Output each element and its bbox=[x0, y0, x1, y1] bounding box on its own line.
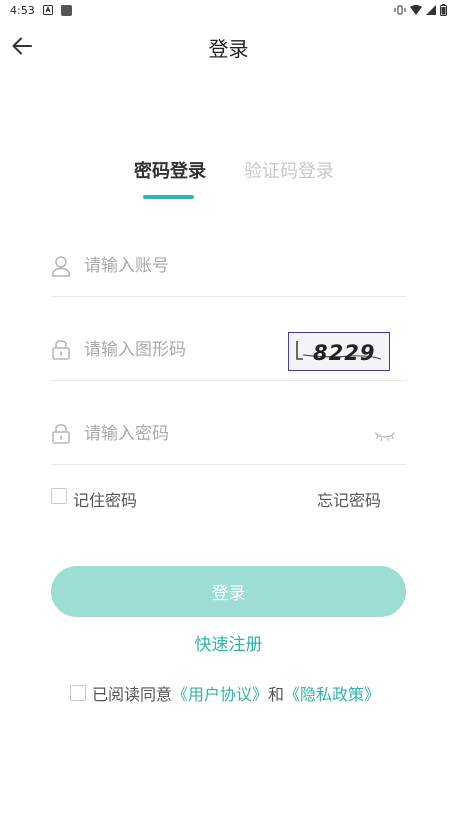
password-field bbox=[51, 409, 406, 465]
account-field bbox=[51, 241, 406, 297]
page-title: 登录 bbox=[208, 37, 249, 61]
remember-row: 记住密码 忘记密码 bbox=[51, 486, 381, 510]
tab-password-login[interactable]: 密码登录 bbox=[134, 157, 206, 183]
agreement-checkbox[interactable] bbox=[70, 685, 86, 701]
status-time: 4:53 bbox=[10, 3, 35, 17]
captcha-field: 8229 bbox=[51, 325, 406, 381]
vibrate-icon bbox=[394, 5, 406, 15]
agreement-and: 和 bbox=[268, 685, 285, 704]
captcha-text: 8229 bbox=[313, 341, 375, 365]
app-header: 登录 bbox=[0, 24, 457, 68]
privacy-policy-link[interactable]: 《隐私政策》 bbox=[284, 681, 380, 705]
agreement-prefix: 已阅读同意 bbox=[92, 685, 173, 704]
quick-register-link[interactable]: 快速注册 bbox=[0, 630, 457, 655]
status-bar: 4:53 bbox=[0, 0, 457, 20]
login-tabs: 密码登录 验证码登录 bbox=[0, 155, 457, 205]
app-icon bbox=[60, 4, 72, 16]
user-icon bbox=[51, 256, 71, 277]
lock-icon bbox=[52, 340, 70, 360]
lock-icon bbox=[52, 424, 70, 444]
active-tab-indicator bbox=[143, 195, 194, 199]
forgot-password-link[interactable]: 忘记密码 bbox=[317, 487, 381, 511]
login-button[interactable]: 登录 bbox=[51, 566, 406, 617]
captcha-input[interactable] bbox=[84, 335, 304, 365]
password-input[interactable] bbox=[84, 419, 304, 449]
notification-a-icon bbox=[42, 5, 53, 15]
account-input[interactable] bbox=[84, 251, 304, 281]
battery-icon bbox=[440, 4, 447, 16]
agreement-row: 已阅读同意 《用户协议》 和 《隐私政策》 bbox=[70, 682, 380, 704]
status-bar-right bbox=[394, 4, 447, 16]
wifi-icon bbox=[410, 5, 422, 15]
remember-password-checkbox[interactable] bbox=[51, 488, 67, 504]
signal-icon bbox=[426, 5, 436, 15]
remember-password-label: 记住密码 bbox=[73, 491, 138, 510]
captcha-image[interactable]: 8229 bbox=[288, 332, 390, 371]
eye-closed-icon[interactable] bbox=[374, 429, 396, 443]
user-agreement-link[interactable]: 《用户协议》 bbox=[172, 681, 268, 705]
tab-sms-code-login[interactable]: 验证码登录 bbox=[244, 157, 334, 183]
status-bar-left: 4:53 bbox=[10, 4, 72, 17]
